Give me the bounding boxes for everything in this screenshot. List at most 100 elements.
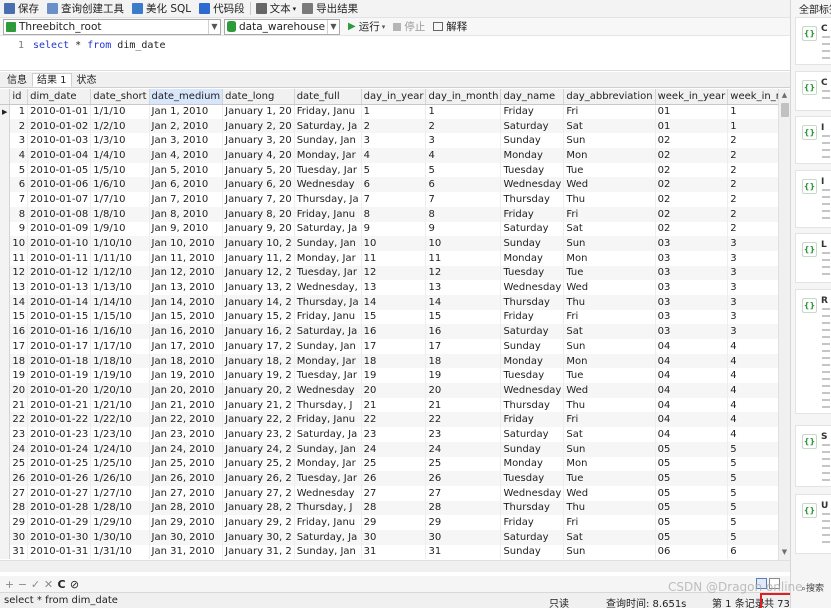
- snippet-card[interactable]: {} C: [795, 71, 831, 111]
- table-cell[interactable]: 4: [425, 148, 502, 163]
- table-cell[interactable]: 25: [425, 456, 502, 472]
- table-cell[interactable]: 5: [727, 485, 778, 501]
- table-cell[interactable]: Jan 29, 2010: [149, 515, 224, 530]
- table-cell[interactable]: 2: [727, 133, 778, 149]
- table-cell[interactable]: 1/12/10: [90, 265, 150, 281]
- table-cell[interactable]: 4: [361, 148, 427, 163]
- table-cell[interactable]: 25: [9, 456, 29, 472]
- table-cell[interactable]: 2010-01-26: [27, 471, 92, 486]
- table-cell[interactable]: 12: [361, 265, 427, 281]
- table-cell[interactable]: Sunday: [500, 236, 565, 251]
- table-cell[interactable]: Jan 1, 2010: [149, 104, 224, 119]
- table-cell[interactable]: Sunday: [500, 441, 565, 457]
- table-cell[interactable]: Friday, Janu: [294, 206, 362, 222]
- table-row[interactable]: 15 2010-01-15 1/15/10 Jan 15, 2010 January 1…: [0, 309, 778, 325]
- table-cell[interactable]: 2010-01-01: [27, 104, 92, 119]
- scroll-up-icon[interactable]: ▲: [779, 91, 790, 101]
- table-cell[interactable]: Friday: [500, 104, 565, 119]
- column-header-day-abbreviation[interactable]: day_abbreviation: [563, 89, 656, 105]
- table-row[interactable]: 19 2010-01-19 1/19/10 Jan 19, 2010 January 1…: [0, 368, 778, 384]
- table-cell[interactable]: 02: [655, 206, 729, 222]
- table-cell[interactable]: Jan 8, 2010: [149, 206, 224, 222]
- table-cell[interactable]: 31: [361, 544, 427, 560]
- table-cell[interactable]: 1/6/10: [90, 177, 150, 193]
- table-row[interactable]: 12 2010-01-12 1/12/10 Jan 12, 2010 January 1…: [0, 265, 778, 281]
- table-cell[interactable]: Jan 4, 2010: [149, 148, 224, 163]
- table-cell[interactable]: 1/16/10: [90, 324, 150, 339]
- table-cell[interactable]: 02: [655, 177, 729, 193]
- table-cell[interactable]: 1/1/10: [90, 104, 150, 119]
- table-cell[interactable]: Tuesday, Jar: [294, 265, 362, 281]
- row-header[interactable]: [0, 515, 11, 530]
- table-cell[interactable]: January 11, 2: [222, 250, 295, 266]
- table-cell[interactable]: January 25, 2: [222, 456, 295, 472]
- table-row[interactable]: 7 2010-01-07 1/7/10 Jan 7, 2010 January 7, 2…: [0, 192, 778, 207]
- table-cell[interactable]: 1/8/10: [90, 206, 150, 222]
- table-cell[interactable]: Thu: [563, 294, 656, 310]
- table-cell[interactable]: January 23, 2: [222, 427, 295, 442]
- table-cell[interactable]: 14: [9, 294, 29, 310]
- table-cell[interactable]: 1: [9, 104, 29, 119]
- tab-status[interactable]: 状态: [72, 73, 102, 87]
- snippet-card[interactable]: {} I: [795, 116, 831, 164]
- row-header[interactable]: [0, 368, 11, 384]
- text-button[interactable]: 文本: [252, 0, 295, 18]
- table-cell[interactable]: 04: [655, 368, 729, 384]
- table-row[interactable]: 2 2010-01-02 1/2/10 Jan 2, 2010 January 2, 2…: [0, 118, 778, 134]
- table-row[interactable]: 28 2010-01-28 1/28/10 Jan 28, 2010 January 2…: [0, 500, 778, 516]
- table-cell[interactable]: Jan 3, 2010: [149, 133, 224, 149]
- table-cell[interactable]: 13: [9, 280, 29, 295]
- table-cell[interactable]: 22: [361, 412, 427, 428]
- table-cell[interactable]: 5: [361, 162, 427, 178]
- table-cell[interactable]: 2010-01-04: [27, 148, 92, 163]
- table-cell[interactable]: Jan 17, 2010: [149, 339, 224, 354]
- table-cell[interactable]: January 16, 2: [222, 324, 295, 339]
- table-row[interactable]: 31 2010-01-31 1/31/10 Jan 31, 2010 January 3…: [0, 544, 778, 560]
- table-cell[interactable]: 30: [361, 529, 427, 545]
- table-cell[interactable]: Jan 24, 2010: [149, 441, 224, 457]
- snippet-card[interactable]: {} L: [795, 233, 831, 283]
- tab-result-1[interactable]: 结果 1: [32, 73, 72, 87]
- table-cell[interactable]: 6: [727, 544, 778, 560]
- table-cell[interactable]: 4: [9, 148, 29, 163]
- table-cell[interactable]: 1/17/10: [90, 339, 150, 354]
- table-cell[interactable]: Fri: [563, 206, 656, 222]
- row-header[interactable]: [0, 529, 11, 545]
- table-cell[interactable]: January 18, 2: [222, 353, 295, 369]
- table-cell[interactable]: 1/29/10: [90, 515, 150, 530]
- row-header[interactable]: [0, 250, 11, 266]
- table-cell[interactable]: 9: [425, 221, 502, 237]
- row-header[interactable]: [0, 177, 11, 193]
- table-cell[interactable]: 4: [727, 368, 778, 384]
- table-cell[interactable]: 3: [727, 250, 778, 266]
- table-cell[interactable]: Sunday, Jan: [294, 236, 362, 251]
- table-cell[interactable]: January 22, 2: [222, 412, 295, 428]
- table-cell[interactable]: 05: [655, 500, 729, 516]
- table-cell[interactable]: Saturday: [500, 118, 565, 134]
- discard-changes-button[interactable]: ✕: [42, 578, 55, 591]
- table-cell[interactable]: Sunday: [500, 339, 565, 354]
- table-cell[interactable]: Saturday, Ja: [294, 529, 362, 545]
- table-cell[interactable]: 18: [9, 353, 29, 369]
- table-cell[interactable]: Wed: [563, 280, 656, 295]
- table-row[interactable]: 14 2010-01-14 1/14/10 Jan 14, 2010 January 1…: [0, 294, 778, 310]
- table-row[interactable]: 27 2010-01-27 1/27/10 Jan 27, 2010 January 2…: [0, 485, 778, 501]
- vertical-scrollbar[interactable]: ▲ ▼: [778, 89, 790, 560]
- table-cell[interactable]: 15: [361, 309, 427, 325]
- table-row[interactable]: 25 2010-01-25 1/25/10 Jan 25, 2010 January 2…: [0, 456, 778, 472]
- table-cell[interactable]: Tuesday: [500, 265, 565, 281]
- table-cell[interactable]: Sunday, Jan: [294, 544, 362, 560]
- table-cell[interactable]: 8: [9, 206, 29, 222]
- table-cell[interactable]: 1/28/10: [90, 500, 150, 516]
- table-cell[interactable]: 29: [425, 515, 502, 530]
- table-cell[interactable]: 20: [361, 383, 427, 398]
- table-row[interactable]: ▶ 1 2010-01-01 1/1/10 Jan 1, 2010 January 1, …: [0, 104, 778, 119]
- table-cell[interactable]: 1/31/10: [90, 544, 150, 560]
- table-cell[interactable]: Thursday, Ja: [294, 294, 362, 310]
- table-cell[interactable]: Friday: [500, 309, 565, 325]
- table-cell[interactable]: 05: [655, 456, 729, 472]
- table-cell[interactable]: 4: [727, 397, 778, 413]
- table-cell[interactable]: 10: [9, 236, 29, 251]
- table-cell[interactable]: 5: [9, 162, 29, 178]
- table-cell[interactable]: 2010-01-16: [27, 324, 92, 339]
